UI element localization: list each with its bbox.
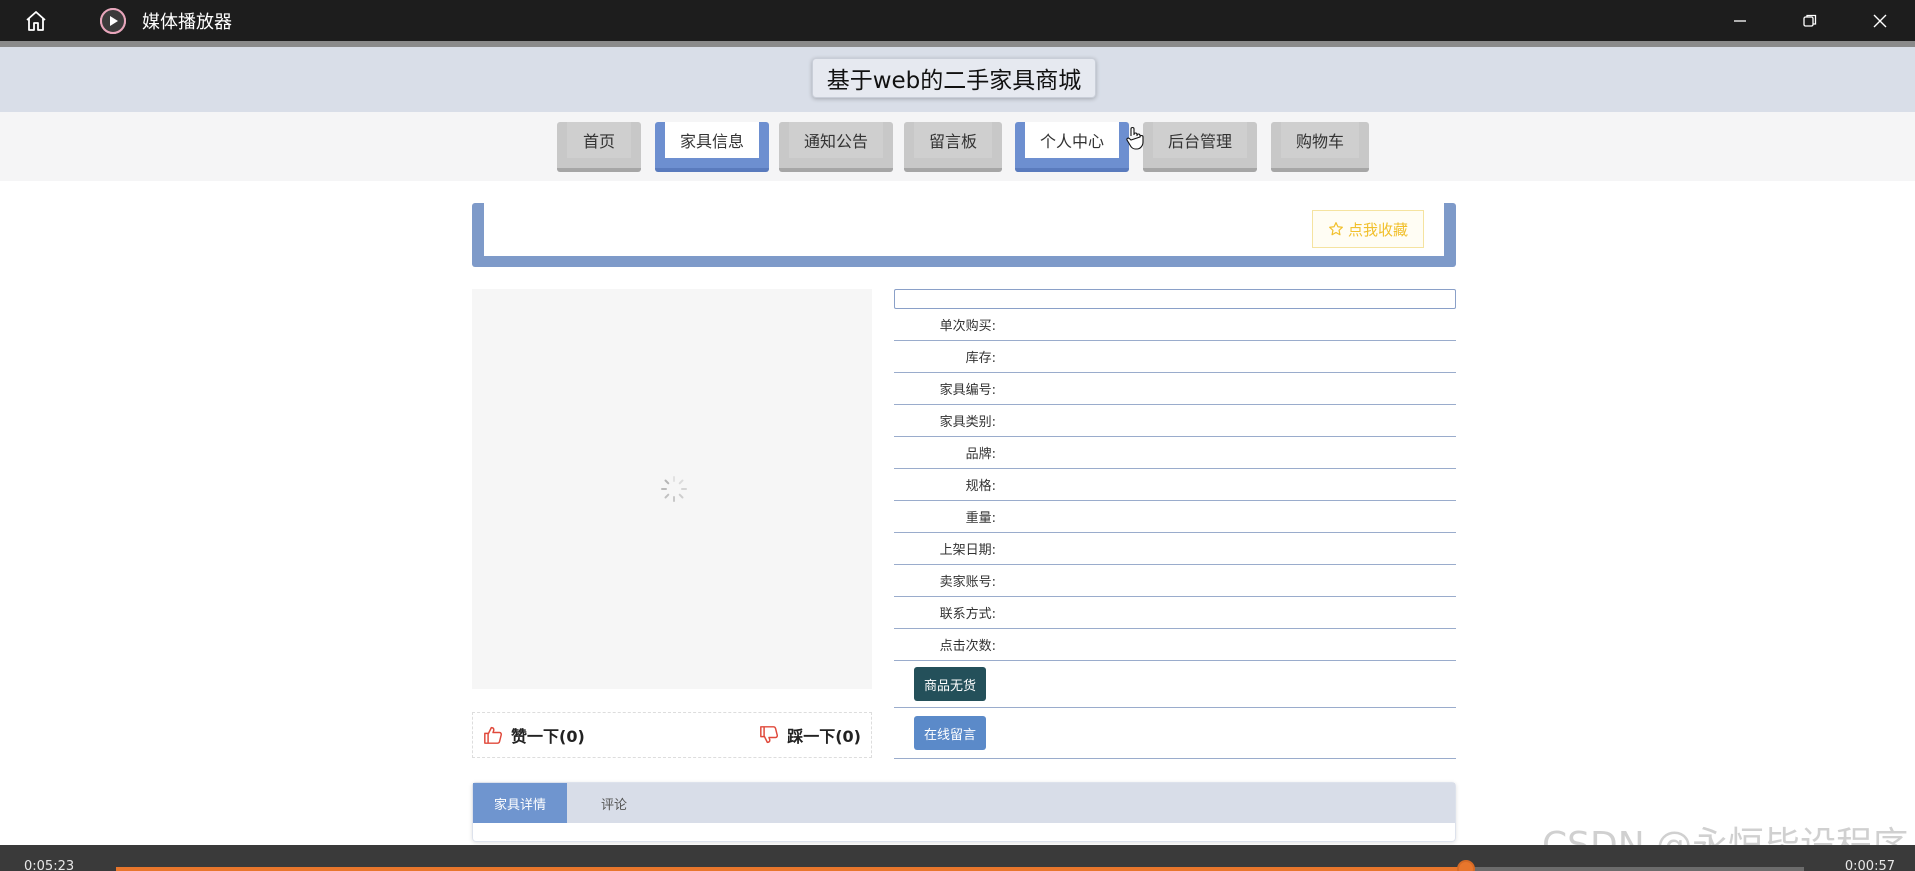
home-icon[interactable] — [24, 9, 48, 33]
banner-inner: 点我收藏 — [484, 203, 1444, 256]
info-row-spec: 规格: — [894, 469, 1456, 501]
info-row-seller-account: 卖家账号: — [894, 565, 1456, 597]
info-label: 家具编号: — [939, 383, 996, 398]
nav-item-notices[interactable]: 通知公告 — [779, 122, 893, 172]
info-row-category: 家具类别: — [894, 405, 1456, 437]
info-row-weight: 重量: — [894, 501, 1456, 533]
tabs-header: 家具详情 评论 — [473, 783, 1455, 823]
current-time: 0:05:23 — [24, 859, 75, 871]
media-player-icon — [100, 7, 126, 34]
info-row-brand: 品牌: — [894, 437, 1456, 469]
dislike-label: 踩一下(0) — [787, 727, 861, 746]
nav-item-label: 后台管理 — [1153, 122, 1247, 158]
total-time: 0:00:57 — [1844, 859, 1895, 871]
hand-cursor-icon — [1126, 127, 1144, 150]
thumbs-down-icon — [760, 726, 779, 744]
window-controls — [1705, 0, 1915, 41]
nav-item-label: 购物车 — [1281, 122, 1359, 158]
main-nav: 首页 家具信息 通知公告 留言板 个人中心 后台管理 购物车 — [0, 112, 1915, 181]
info-label: 上架日期: — [939, 543, 996, 558]
close-button[interactable] — [1845, 0, 1915, 41]
info-label: 单次购买: — [939, 319, 996, 334]
tab-furniture-details[interactable]: 家具详情 — [473, 783, 567, 823]
online-message-button[interactable]: 在线留言 — [914, 716, 987, 750]
player-title: 媒体播放器 — [142, 11, 232, 33]
info-label: 规格: — [965, 479, 996, 494]
favorite-label: 点我收藏 — [1347, 220, 1408, 239]
product-info-table: 单次购买: 库存: 家具编号: 家具类别: 品牌: 规格: 重量: 上架日期: … — [894, 289, 1456, 759]
info-row-furniture-id: 家具编号: — [894, 373, 1456, 405]
minimize-icon — [1734, 19, 1746, 22]
info-row-listing-date: 上架日期: — [894, 533, 1456, 565]
nav-item-cart[interactable]: 购物车 — [1271, 122, 1369, 172]
like-button[interactable]: 赞一下(0) — [483, 723, 585, 747]
nav-item-admin[interactable]: 后台管理 — [1143, 122, 1257, 172]
player-controls: 0:05:23 0:00:57 — [0, 845, 1915, 871]
info-row-click-count: 点击次数: — [894, 629, 1456, 661]
product-name-field — [894, 289, 1456, 309]
dislike-button[interactable]: 踩一下(0) — [759, 723, 861, 747]
info-row-single-purchase: 单次购买: — [894, 309, 1456, 341]
nav-item-label: 首页 — [567, 122, 631, 158]
info-label: 点击次数: — [939, 639, 996, 654]
info-label: 家具类别: — [939, 415, 996, 430]
like-label: 赞一下(0) — [511, 727, 585, 746]
nav-item-label: 留言板 — [914, 122, 992, 158]
site-title: 基于web的二手家具商城 — [812, 58, 1096, 98]
site-header: 基于web的二手家具商城 — [0, 41, 1915, 112]
loading-spinner-icon — [661, 476, 687, 502]
star-icon — [1329, 222, 1343, 236]
nav-item-message-board[interactable]: 留言板 — [904, 122, 1002, 172]
message-row: 在线留言 — [894, 708, 1456, 759]
seek-bar-handle[interactable] — [1457, 860, 1476, 871]
tab-comments[interactable]: 评论 — [567, 783, 661, 823]
info-label: 库存: — [965, 351, 996, 366]
product-banner: 点我收藏 — [472, 203, 1456, 267]
seek-bar-fill — [116, 867, 1467, 871]
info-label: 卖家账号: — [939, 575, 996, 590]
vote-bar: 赞一下(0) 踩一下(0) — [472, 712, 872, 758]
player-title-bar: 媒体播放器 — [0, 0, 1915, 41]
nav-item-label: 家具信息 — [665, 122, 759, 158]
info-label: 品牌: — [965, 447, 996, 462]
minimize-button[interactable] — [1705, 0, 1775, 41]
thumbs-up-icon — [484, 726, 503, 744]
nav-item-furniture[interactable]: 家具信息 — [655, 122, 769, 172]
info-row-stock: 库存: — [894, 341, 1456, 373]
favorite-button[interactable]: 点我收藏 — [1312, 210, 1424, 248]
close-icon — [1873, 14, 1887, 27]
nav-item-label: 个人中心 — [1025, 122, 1119, 158]
out-of-stock-button[interactable]: 商品无货 — [914, 667, 987, 701]
seek-bar[interactable] — [116, 860, 1804, 871]
screen: 媒体播放器 基于web的二手家具商城 首页 家具信息 通知公告 留言板 个人中心… — [0, 0, 1915, 871]
info-label: 重量: — [965, 511, 996, 526]
info-row-contact: 联系方式: — [894, 597, 1456, 629]
detail-tabs: 家具详情 评论 — [472, 782, 1456, 842]
info-label: 联系方式: — [939, 607, 996, 622]
product-image-placeholder — [472, 289, 872, 689]
restore-icon — [1803, 14, 1817, 27]
stock-status-row: 商品无货 — [894, 661, 1456, 708]
nav-item-home[interactable]: 首页 — [557, 122, 641, 172]
restore-button[interactable] — [1775, 0, 1845, 41]
nav-item-label: 通知公告 — [789, 122, 883, 158]
nav-item-personal-center[interactable]: 个人中心 — [1015, 122, 1129, 172]
